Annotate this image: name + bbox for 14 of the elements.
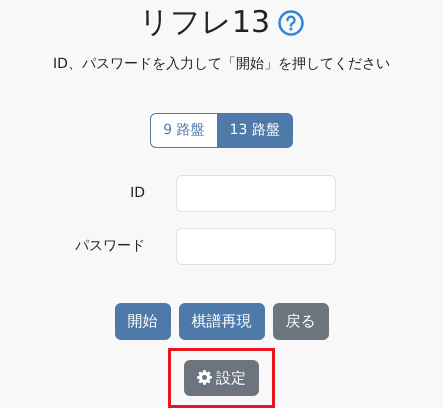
input-field[interactable] <box>176 228 336 265</box>
field-label: パスワード <box>74 237 145 256</box>
help-icon[interactable] <box>278 10 304 36</box>
input-field[interactable] <box>176 175 336 212</box>
settings-icon <box>197 370 212 386</box>
action-button[interactable]: 棋譜再現 <box>178 303 264 340</box>
board-size-toggle[interactable]: 9 路盤 <box>150 113 218 148</box>
action-button[interactable]: 開始 <box>114 303 170 340</box>
page-title: リフレ13 <box>138 8 270 38</box>
settings-button[interactable]: 設定 <box>184 360 259 396</box>
field-label: ID <box>129 184 145 203</box>
instruction-text: ID、パスワードを入力して「開始」を押してください <box>53 55 390 74</box>
board-size-toggle[interactable]: 13 路盤 <box>216 113 293 148</box>
action-button[interactable]: 戻る <box>272 303 328 340</box>
